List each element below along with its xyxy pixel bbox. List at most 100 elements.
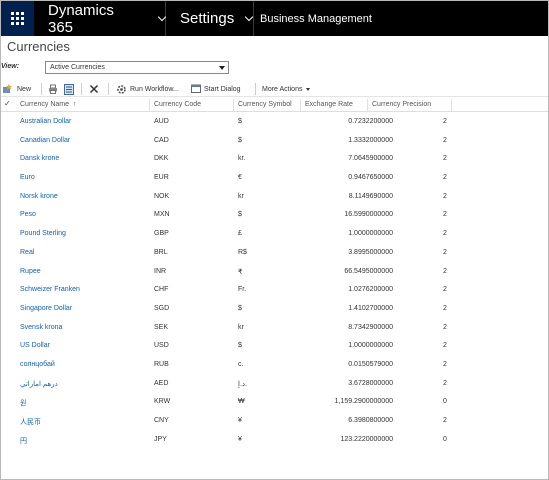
currency-precision: 2 <box>443 192 447 200</box>
new-button-label: New <box>17 85 32 93</box>
exchange-rate: 1.3332000000 <box>348 136 393 144</box>
currency-code: SEK <box>154 323 169 331</box>
table-row[interactable]: Dansk krone DKK kr. 7.0645900000 2 <box>1 150 548 169</box>
column-header-exchange-rate[interactable]: Exchange Rate <box>305 101 353 108</box>
currency-code: MXN <box>154 211 170 219</box>
currency-name-link[interactable]: Dansk krone <box>20 155 59 162</box>
table-row[interactable]: Real BRL R$ 3.8995000000 2 <box>1 244 548 263</box>
table-row[interactable]: солнцобай RUB с. 0.0150579000 2 <box>1 356 548 375</box>
currency-precision: 2 <box>443 248 447 256</box>
column-divider[interactable] <box>451 99 452 111</box>
currency-symbol: د.إ. <box>238 380 247 388</box>
table-row[interactable]: Norsk krone NOK kr 8.1149690000 2 <box>1 188 548 207</box>
close-icon <box>89 84 99 94</box>
table-row[interactable]: Singapore Dollar SGD $ 1.4102700000 2 <box>1 300 548 319</box>
area-switcher[interactable]: Settings <box>166 1 254 36</box>
table-row[interactable]: Schweizer Franken CHF Fr. 1.0276200000 2 <box>1 281 548 300</box>
currency-code: SGD <box>154 304 170 312</box>
currency-precision: 2 <box>443 304 447 312</box>
currency-code: INR <box>154 267 167 275</box>
column-divider[interactable] <box>233 99 234 111</box>
top-nav-bar: Dynamics 365 Settings Business Managemen… <box>1 1 548 36</box>
subarea-link[interactable]: Business Management <box>254 1 394 36</box>
currency-precision: 2 <box>443 267 447 275</box>
currency-symbol: ¥ <box>238 417 242 424</box>
chevron-down-icon <box>244 12 254 21</box>
table-row[interactable]: Rupee INR ₹ 66.5495000000 2 <box>1 263 548 282</box>
table-row[interactable]: 円 JPY ¥ 123.2220000000 0 <box>1 431 548 450</box>
currency-name-link[interactable]: Schweizer Franken <box>20 286 80 293</box>
table-row[interactable]: Pound Sterling GBP £ 1.0000000000 2 <box>1 225 548 244</box>
column-divider[interactable] <box>300 99 301 111</box>
currency-code: JPY <box>154 435 167 443</box>
currency-name-link[interactable]: درهم اماراتي <box>20 380 58 388</box>
printer-icon <box>49 84 57 94</box>
run-workflow-button[interactable]: Run Workflow... <box>116 83 179 95</box>
more-actions-button[interactable]: More Actions <box>262 83 311 95</box>
app-name: Dynamics 365 <box>48 1 114 36</box>
currency-name-link[interactable]: US Dollar <box>20 342 50 349</box>
exchange-rate: 3.6728000000 <box>348 379 393 387</box>
grid-header: ✓ Currency Name ↑ Currency Code Currency… <box>1 98 548 112</box>
currency-symbol: € <box>238 174 242 182</box>
table-row[interactable]: Euro EUR € 0.9467650000 2 <box>1 169 548 188</box>
table-row[interactable]: Australian Dollar AUD $ 0.7232200000 2 <box>1 113 548 132</box>
currency-name-link[interactable]: Singapore Dollar <box>20 305 72 312</box>
column-header-currency-code[interactable]: Currency Code <box>154 101 201 108</box>
currency-name-link[interactable]: Real <box>20 249 34 256</box>
delete-button[interactable] <box>89 83 99 95</box>
currency-name-link[interactable]: 人民币 <box>20 417 41 427</box>
exchange-rate: 1.0000000000 <box>348 230 393 238</box>
currency-name-link[interactable]: Canadian Dollar <box>20 137 70 144</box>
app-launcher-button[interactable] <box>1 1 34 36</box>
currency-name-link[interactable]: 円 <box>20 436 27 446</box>
currency-symbol: £ <box>238 230 242 238</box>
currency-precision: 2 <box>443 342 447 350</box>
chart-pane-button[interactable] <box>64 83 74 95</box>
table-row[interactable]: Canadian Dollar CAD $ 1.3332000000 2 <box>1 132 548 151</box>
currency-name-link[interactable]: солнцобай <box>20 361 55 368</box>
currency-symbol: ¥ <box>238 435 242 443</box>
currency-name-link[interactable]: Peso <box>20 211 36 218</box>
currency-symbol: kr. <box>238 155 246 163</box>
select-all-checkmark-icon[interactable]: ✓ <box>4 99 11 108</box>
workflow-gear-icon <box>117 84 126 94</box>
currency-name-link[interactable]: Euro <box>20 174 35 181</box>
currency-name-link[interactable]: 원 <box>20 398 26 408</box>
currency-symbol: $ <box>238 211 242 219</box>
currency-name-link[interactable]: Norsk krone <box>20 193 58 200</box>
app-switcher[interactable]: Dynamics 365 <box>34 1 167 36</box>
column-divider[interactable] <box>149 99 150 111</box>
column-divider[interactable] <box>367 99 368 111</box>
divider <box>108 83 109 95</box>
currency-symbol: R$ <box>238 248 247 256</box>
table-row[interactable]: 人民币 CNY ¥ 6.3980800000 2 <box>1 412 548 431</box>
new-button[interactable]: New <box>2 83 31 95</box>
column-header-currency-precision[interactable]: Currency Precision <box>372 101 431 108</box>
currency-name-link[interactable]: Pound Sterling <box>20 230 66 237</box>
view-selector[interactable]: Active Currencies <box>45 61 229 74</box>
table-row[interactable]: US Dollar USD $ 1.0000000000 2 <box>1 337 548 356</box>
currency-name-link[interactable]: Australian Dollar <box>20 118 71 125</box>
page-title: Currencies <box>7 39 70 54</box>
table-row[interactable]: Peso MXN $ 16.5990000000 2 <box>1 206 548 225</box>
currency-code: DKK <box>154 155 169 163</box>
column-header-currency-name[interactable]: Currency Name ↑ <box>20 101 76 108</box>
currency-code: USD <box>154 342 169 350</box>
table-row[interactable]: Svensk krona SEK kr 8.7342900000 2 <box>1 319 548 338</box>
table-row[interactable]: 원 KRW ₩ 1,159.2900000000 0 <box>1 393 548 412</box>
start-dialog-button[interactable]: Start Dialog <box>191 83 241 95</box>
column-header-currency-symbol[interactable]: Currency Symbol <box>238 101 292 108</box>
sort-ascending-icon: ↑ <box>72 101 77 108</box>
currency-name-link[interactable]: Svensk krona <box>20 324 62 331</box>
exchange-rate: 16.5990000000 <box>344 211 393 219</box>
currency-code: GBP <box>154 230 169 238</box>
currency-precision: 2 <box>443 379 447 387</box>
currency-code: BRL <box>154 248 168 256</box>
exchange-rate: 0.9467650000 <box>348 174 393 182</box>
subarea-name: Business Management <box>260 12 372 25</box>
print-button[interactable] <box>48 83 58 95</box>
table-row[interactable]: درهم اماراتي AED د.إ. 3.6728000000 2 <box>1 375 548 394</box>
new-record-icon <box>3 84 12 93</box>
currency-name-link[interactable]: Rupee <box>20 268 41 275</box>
